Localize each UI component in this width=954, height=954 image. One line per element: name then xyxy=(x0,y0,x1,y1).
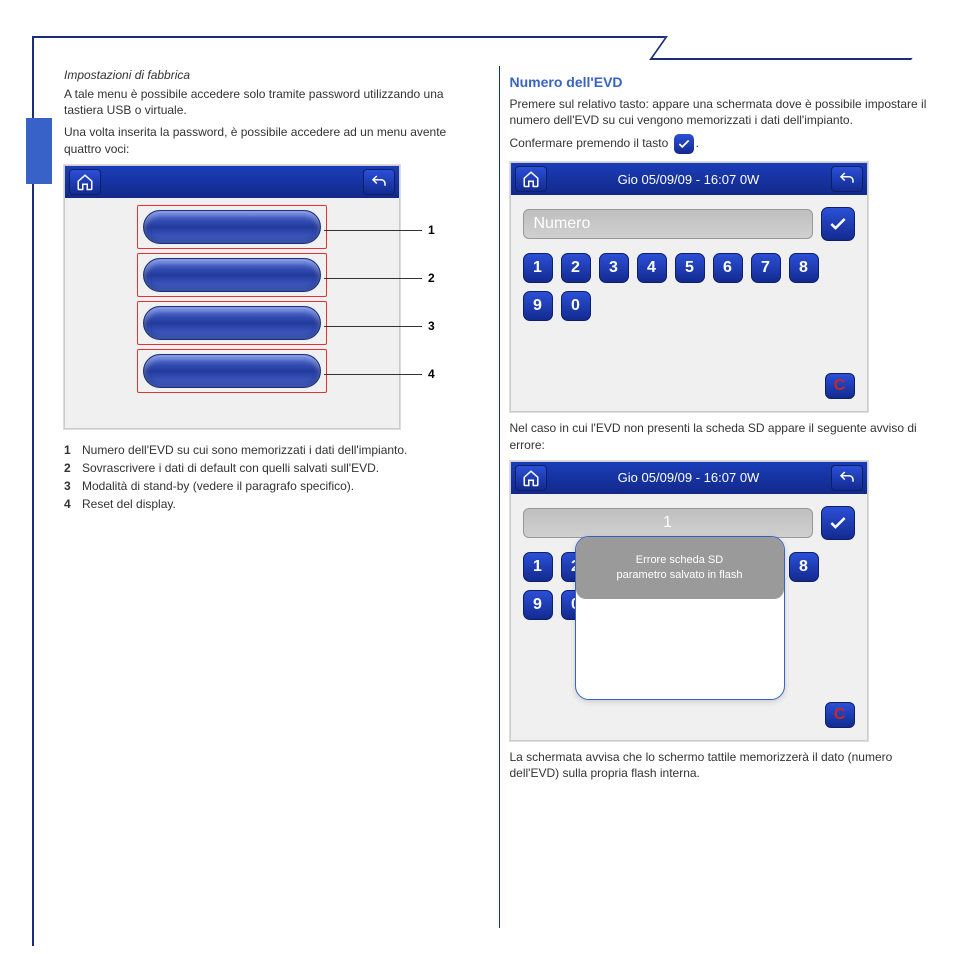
return-icon xyxy=(838,170,856,188)
key-8[interactable]: 8 xyxy=(789,253,819,283)
home-icon xyxy=(76,173,94,191)
key-1[interactable]: 1 xyxy=(523,253,553,283)
callout-number-4: 4 xyxy=(428,367,435,381)
header-datetime: Gio 05/09/09 - 16:07 0W xyxy=(618,470,760,485)
left-intro-text: A tale menu è possibile accedere solo tr… xyxy=(64,86,483,118)
legend-row: 1Numero dell'EVD su cui sono memorizzati… xyxy=(64,443,483,457)
callout-outline-4 xyxy=(137,349,327,393)
key-6[interactable]: 6 xyxy=(713,253,743,283)
right-p1: Premere sul relativo tasto: appare una s… xyxy=(510,96,929,128)
right-p2: Confermare premendo il tasto . xyxy=(510,134,929,154)
legend-row: 4Reset del display. xyxy=(64,497,483,511)
key-2[interactable]: 2 xyxy=(561,253,591,283)
legend-text: Sovrascrivere i dati di default con quel… xyxy=(82,461,379,475)
keypad: 1 2 3 4 5 6 7 8 9 0 xyxy=(523,253,855,321)
check-icon xyxy=(828,513,848,533)
section-heading: Numero dell'EVD xyxy=(510,74,929,90)
cancel-button[interactable]: C xyxy=(825,702,855,728)
legend-text: Numero dell'EVD su cui sono memorizzati … xyxy=(82,443,407,457)
return-icon xyxy=(370,173,388,191)
callout-number-1: 1 xyxy=(428,223,435,237)
number-input[interactable]: 1 xyxy=(523,508,813,538)
callout-outline-2 xyxy=(137,253,327,297)
key-5[interactable]: 5 xyxy=(675,253,705,283)
number-input[interactable]: Numero xyxy=(523,209,813,239)
callout-outline-3 xyxy=(137,301,327,345)
back-button[interactable] xyxy=(831,166,863,192)
home-button[interactable] xyxy=(515,465,547,491)
key-3[interactable]: 3 xyxy=(599,253,629,283)
right-p4: La schermata avvisa che lo schermo tatti… xyxy=(510,749,929,781)
error-popup: Errore scheda SD parametro salvato in fl… xyxy=(575,536,785,700)
legend-row: 3Modalità di stand-by (vedere il paragra… xyxy=(64,479,483,493)
callout-line-1 xyxy=(324,230,422,231)
back-button[interactable] xyxy=(363,169,395,195)
popup-line2: parametro salvato in flash xyxy=(617,568,743,582)
confirm-button[interactable] xyxy=(821,207,855,241)
confirm-button[interactable] xyxy=(821,506,855,540)
legend-row: 2Sovrascrivere i dati di default con que… xyxy=(64,461,483,475)
home-icon xyxy=(522,170,540,188)
legend-text: Reset del display. xyxy=(82,497,176,511)
subsection-title: Impostazioni di fabbrica xyxy=(64,68,483,82)
back-button[interactable] xyxy=(831,465,863,491)
home-button[interactable] xyxy=(515,166,547,192)
legend-text: Modalità di stand-by (vedere il paragraf… xyxy=(82,479,354,493)
left-column: Impostazioni di fabbrica A tale menu è p… xyxy=(54,60,499,944)
key-7[interactable]: 7 xyxy=(751,253,781,283)
home-button[interactable] xyxy=(69,169,101,195)
callout-line-2 xyxy=(324,278,422,279)
screen-keypad: Gio 05/09/09 - 16:07 0W Numero 1 2 xyxy=(510,162,868,412)
callout-line-3 xyxy=(324,326,422,327)
key-1[interactable]: 1 xyxy=(523,552,553,582)
callout-number-3: 3 xyxy=(428,319,435,333)
cancel-button[interactable]: C xyxy=(825,373,855,399)
popup-line1: Errore scheda SD xyxy=(636,553,723,567)
return-icon xyxy=(838,469,856,487)
right-p3: Nel caso in cui l'EVD non presenti la sc… xyxy=(510,420,929,452)
left-menu-intro: Una volta inserita la password, è possib… xyxy=(64,124,483,156)
callout-outline-1 xyxy=(137,205,327,249)
screen-keypad-error: Gio 05/09/09 - 16:07 0W 1 1 2 xyxy=(510,461,868,741)
key-0[interactable]: 0 xyxy=(561,291,591,321)
screen-header xyxy=(65,166,399,198)
content: Impostazioni di fabbrica A tale menu è p… xyxy=(54,60,944,944)
page-frame-top xyxy=(32,36,926,60)
check-icon xyxy=(828,214,848,234)
confirm-icon-inline xyxy=(674,134,694,154)
screen-body: Numero 1 2 3 4 5 6 7 8 9 xyxy=(511,195,867,411)
home-icon xyxy=(522,469,540,487)
header-datetime: Gio 05/09/09 - 16:07 0W xyxy=(618,172,760,187)
callout-number-2: 2 xyxy=(428,271,435,285)
side-tab xyxy=(26,118,52,184)
screen-body: 1 1 2 3 4 5 6 7 8 9 xyxy=(511,494,867,740)
screen-menu xyxy=(64,165,400,429)
key-4[interactable]: 4 xyxy=(637,253,667,283)
screen-header: Gio 05/09/09 - 16:07 0W xyxy=(511,163,867,195)
key-8[interactable]: 8 xyxy=(789,552,819,582)
key-9[interactable]: 9 xyxy=(523,590,553,620)
callout-line-4 xyxy=(324,374,422,375)
screen-header: Gio 05/09/09 - 16:07 0W xyxy=(511,462,867,494)
key-9[interactable]: 9 xyxy=(523,291,553,321)
right-column: Numero dell'EVD Premere sul relativo tas… xyxy=(500,60,945,944)
popup-banner: Errore scheda SD parametro salvato in fl… xyxy=(576,537,784,599)
screen-body xyxy=(65,198,399,428)
